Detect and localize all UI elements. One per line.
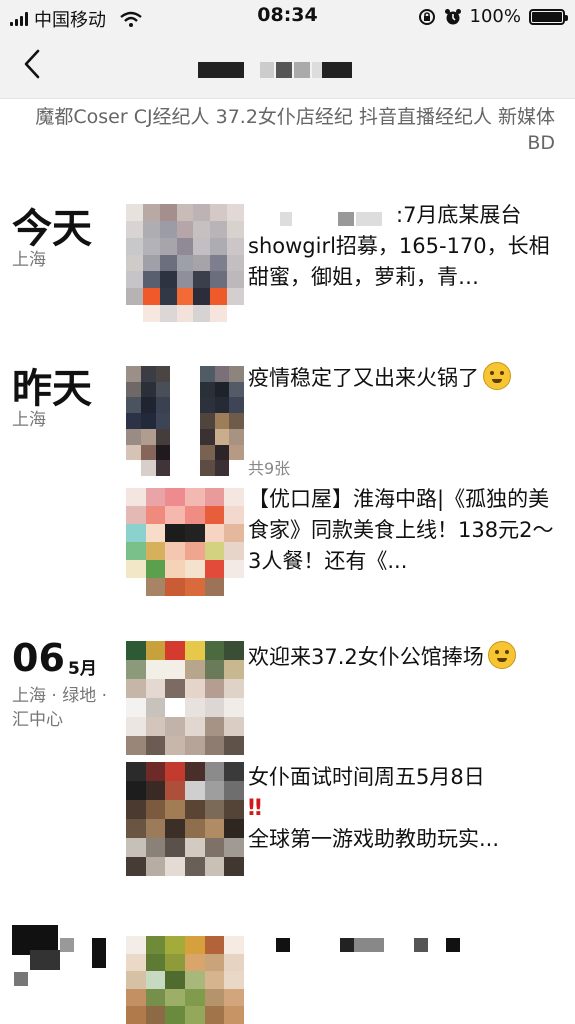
redacted-block: [276, 62, 292, 78]
battery-percent: 100%: [469, 6, 521, 27]
post-thumbnail[interactable]: [126, 366, 244, 476]
post-text-line: 女仆面试时间周五5月8日: [248, 765, 485, 789]
post-location: 上海: [12, 250, 46, 270]
post-thumbnail[interactable]: [126, 204, 244, 322]
post-text-content: 欢迎来37.2女仆公馆捧场: [248, 645, 484, 669]
redacted-block: [276, 938, 290, 952]
post-day-label: 昨天: [12, 366, 92, 412]
back-icon[interactable]: [18, 46, 48, 82]
post-month: 5月: [68, 659, 97, 679]
redacted-block: [354, 938, 384, 952]
post-location: 上海 · 绿地 ·汇中心: [12, 686, 108, 730]
redacted-block: [198, 62, 244, 78]
pixelated-image: [126, 641, 244, 755]
battery-fill: [532, 11, 562, 22]
status-right: 100%: [418, 6, 568, 27]
post-thumbnail[interactable]: [126, 641, 244, 755]
battery-icon: [529, 8, 568, 25]
pixelated-image: [126, 488, 244, 596]
double-exclamation-icon: ‼: [248, 796, 262, 821]
redacted-block: [322, 62, 352, 78]
post-text[interactable]: 女仆面试时间周五5月8日 ‼ 全球第一游戏助教助玩实...: [248, 762, 558, 855]
redacted-block: [92, 938, 106, 968]
post-thumbnail[interactable]: [126, 936, 244, 1024]
post-thumbnail[interactable]: [126, 488, 244, 596]
navigation-bar: [0, 32, 575, 99]
post-text[interactable]: 疫情稳定了又出来火锅了: [248, 362, 558, 394]
post-text[interactable]: 【优口屋】淮海中路|《孤独的美食家》同款美食上线！138元2～3人餐！还有《..…: [248, 484, 558, 577]
redacted-block: [340, 938, 354, 952]
redacted-block: [446, 938, 460, 952]
rotation-lock-icon: [418, 8, 435, 25]
post-location: 上海: [12, 410, 46, 430]
post-thumbnail[interactable]: [126, 762, 244, 876]
redacted-block: [294, 62, 310, 78]
flushed-face-icon: [483, 362, 511, 390]
redacted-block: [60, 938, 74, 952]
post-text[interactable]: :7月底某展台showgirl招募，165-170，长相甜蜜，御姐，萝莉，青…: [248, 200, 558, 293]
thinking-face-icon: [487, 641, 516, 669]
redacted-block: [30, 950, 60, 970]
photo-count: 共9张: [248, 459, 291, 478]
post-text-line: 全球第一游戏助教助玩实...: [248, 827, 500, 851]
status-bar: 中国移动 08:34 100%: [0, 0, 575, 32]
redacted-block: [414, 938, 428, 952]
post-text[interactable]: 欢迎来37.2女仆公馆捧场: [248, 641, 558, 673]
redacted-block: [14, 972, 28, 986]
pixelated-image: [126, 366, 244, 476]
post-text-content: 疫情稳定了又出来火锅了: [248, 366, 479, 390]
redacted-block: [260, 62, 274, 78]
post-day-number: 06: [12, 636, 65, 680]
pixelated-image: [126, 936, 244, 1024]
pixelated-image: [126, 204, 244, 322]
redacted-block: [312, 62, 322, 78]
post-day-label: 今天: [12, 206, 92, 252]
pixelated-image: [126, 762, 244, 876]
profile-signature: 魔都Coser CJ经纪人 37.2女仆店经纪 抖音直播经纪人 新媒体BD: [35, 106, 555, 154]
alarm-icon: [444, 8, 461, 24]
